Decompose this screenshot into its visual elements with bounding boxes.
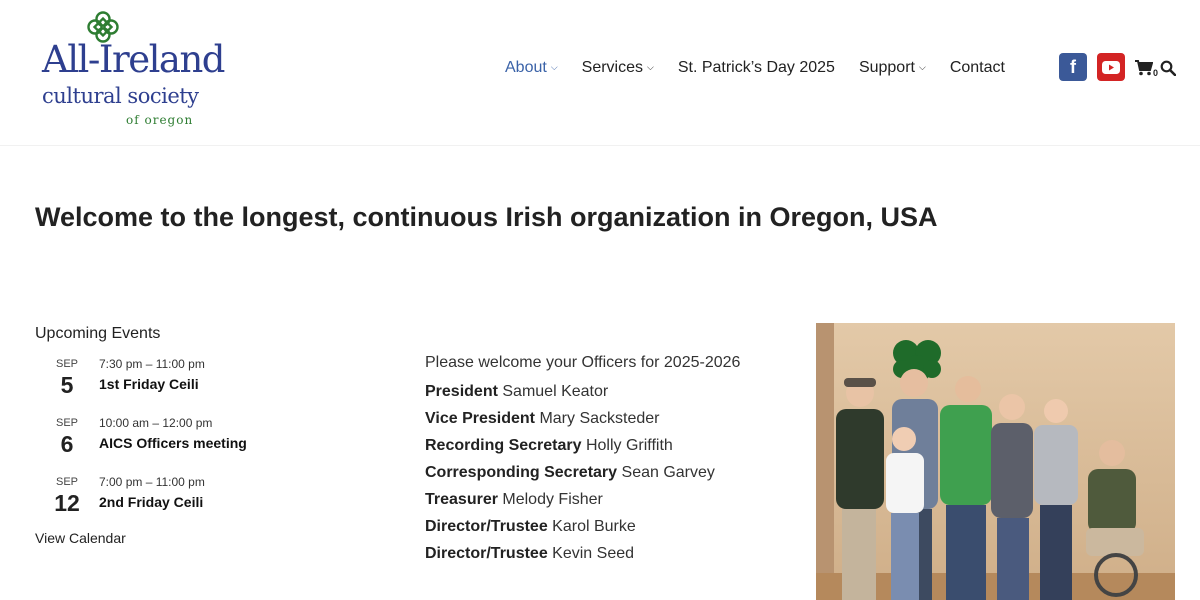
officer-name: Sean Garvey [621,464,715,481]
event-title-link[interactable]: 2nd Friday Ceili [99,494,203,510]
event-day: 6 [60,431,74,457]
chevron-down-icon: ⌵ [647,61,654,72]
event-time: 7:30 pm – 11:00 pm [99,357,205,371]
nav-item-support[interactable]: Support ⌵ [859,59,926,77]
officer-role: Corresponding Secretary [425,464,618,481]
event-item[interactable]: SEP 6 10:00 am – 12:00 pm AICS Officers … [35,416,375,475]
event-item[interactable]: SEP 5 7:30 pm – 11:00 pm 1st Friday Ceil… [35,357,375,416]
page-title: Welcome to the longest, continuous Irish… [35,202,938,232]
youtube-icon[interactable] [1097,53,1125,81]
officer-row: Recording Secretary Holly Griffith [425,432,795,459]
officer-role: Director/Trustee [425,518,548,535]
officer-row: Director/Trustee Karol Burke [425,513,795,540]
officer-role: Recording Secretary [425,437,582,454]
logo-line-1: All-Ireland [42,38,226,81]
officer-name: Melody Fisher [502,491,603,508]
nav-item-contact[interactable]: Contact [950,59,1005,77]
event-month: SEP [55,358,78,370]
nav-item-services[interactable]: Services ⌵ [582,59,654,77]
nav-label: St. Patrick’s Day 2025 [677,59,835,76]
facebook-glyph: f [1070,56,1076,77]
officer-role: Vice President [425,410,535,427]
nav-item-about[interactable]: About ⌵ [505,59,558,77]
officer-row: President Samuel Keator [425,378,795,405]
event-date: SEP 5 [35,357,99,399]
facebook-icon[interactable]: f [1059,53,1087,81]
event-month: SEP [55,476,78,488]
officer-row: Vice President Mary Sacksteder [425,405,795,432]
officer-name: Mary Sacksteder [539,410,660,427]
nav-label: About [505,59,547,76]
events-heading: Upcoming Events [35,325,161,342]
event-title-link[interactable]: AICS Officers meeting [99,435,247,451]
nav-label: Contact [949,59,1005,76]
cart-count: 0 [1153,68,1159,78]
officer-row: Treasurer Melody Fisher [425,486,795,513]
event-time: 10:00 am – 12:00 pm [99,416,213,430]
upcoming-events-widget: Upcoming Events SEP 5 7:30 pm – 11:00 pm… [35,325,375,546]
search-icon[interactable] [1160,60,1176,76]
youtube-play-icon [1102,60,1120,74]
officer-role: Treasurer [425,491,498,508]
site-header: All-Ireland cultural society of oregon A… [0,0,1200,146]
chevron-down-icon: ⌵ [550,61,558,72]
officer-name: Samuel Keator [502,383,609,400]
social-links: f [1059,53,1135,81]
nav-label: Support [858,59,915,76]
nav-label: Services [581,59,643,76]
event-day: 12 [54,490,80,516]
nav-item-st-patricks-day[interactable]: St. Patrick’s Day 2025 [678,59,835,77]
officers-intro: Please welcome your Officers for 2025-20… [425,354,741,371]
site-logo[interactable]: All-Ireland cultural society of oregon [40,10,230,127]
event-item[interactable]: SEP 12 7:00 pm – 11:00 pm 2nd Friday Cei… [35,475,375,534]
officer-name: Karol Burke [552,518,636,535]
officer-name: Kevin Seed [552,545,635,562]
event-month: SEP [55,417,78,429]
chevron-down-icon: ⌵ [918,61,926,72]
officer-row: Director/Trustee Kevin Seed [425,540,795,567]
event-time: 7:00 pm – 11:00 pm [99,475,205,489]
logo-line-2: cultural society [42,84,199,108]
event-title-link[interactable]: 1st Friday Ceili [99,376,199,392]
officer-role: President [425,383,498,400]
logo-line-3: of oregon [126,113,194,127]
cart-icon[interactable] [1135,60,1153,76]
officer-role: Director/Trustee [425,545,548,562]
event-date: SEP 12 [35,475,99,517]
officer-row: Corresponding Secretary Sean Garvey [425,459,795,486]
event-date: SEP 6 [35,416,99,458]
main-navigation: About ⌵ Services ⌵ St. Patrick’s Day 202… [505,56,1005,80]
event-day: 5 [60,372,74,398]
officers-list: Please welcome your Officers for 2025-20… [425,352,795,567]
officers-group-photo [816,323,1175,600]
officer-name: Holly Griffith [585,437,673,454]
